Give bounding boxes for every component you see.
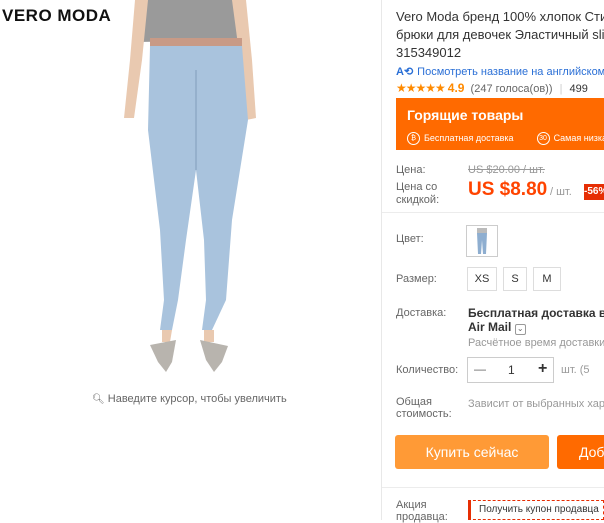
thirty-icon: 30 — [536, 132, 550, 145]
title-line: 315349012 — [396, 45, 462, 60]
orders-count: 499 — [569, 83, 588, 95]
jeans-thumbnail-icon — [477, 228, 487, 254]
rating-row: ★★★★★ 4.9 (247 голоса(ов)) | 499 — [396, 81, 588, 95]
product-title: Vero Moda бренд 100% хлопок Сти брюки дл… — [396, 8, 604, 62]
discount-badge: -56% — [584, 184, 604, 200]
section-divider — [382, 212, 604, 213]
delivery-estimate: Расчётное время доставки — [468, 337, 604, 349]
panel-divider — [381, 0, 382, 520]
shipping-method: Бесплатная доставка в Ru — [468, 306, 604, 320]
size-label: Размер: — [396, 273, 437, 285]
quantity-increase-button[interactable]: + — [538, 360, 547, 378]
total-label-line: стоимость: — [396, 408, 452, 420]
buy-now-button[interactable]: Купить сейчас — [395, 435, 549, 469]
shipping-carrier-dropdown[interactable]: Air Mail ⌄ — [468, 320, 526, 335]
translate-icon: A⟲ — [396, 66, 414, 78]
shipping-label: Доставка: — [396, 307, 447, 319]
original-price: US $20.00 / шт. — [468, 164, 545, 176]
product-photo — [124, 0, 256, 372]
price-label: Цена: — [396, 164, 426, 176]
size-option-xs[interactable]: XS — [467, 267, 497, 291]
translate-title-link[interactable]: A⟲ Посмотреть название на английском — [396, 65, 604, 78]
sale-price: US $8.80 — [468, 179, 548, 200]
seller-promo-label: Акция продавца: — [396, 499, 448, 523]
hot-deals-banner[interactable]: Горящие товары ₿ Бесплатная доставка 30 Са… — [396, 98, 604, 150]
color-swatch[interactable] — [466, 225, 498, 257]
chevron-down-icon: ⌄ — [514, 324, 526, 335]
zoom-hint: 🔍︎ Наведите курсор, чтобы увеличить — [92, 393, 287, 405]
promo-label-line: продавца: — [396, 511, 448, 523]
rating-votes[interactable]: (247 голоса(ов)) — [471, 83, 553, 95]
quantity-decrease-button[interactable]: — — [474, 362, 486, 376]
star-rating-icon: ★★★★★ — [396, 81, 446, 95]
total-label-line: Общая — [396, 396, 432, 408]
quantity-input[interactable]: 1 — [508, 363, 515, 377]
zoom-hint-text: Наведите курсор, чтобы увеличить — [107, 393, 287, 405]
free-shipping-icon: ₿ — [407, 132, 420, 145]
lowest-price-text: Самая низка — [553, 132, 604, 143]
section-divider — [382, 487, 604, 488]
quantity-label: Количество: — [396, 364, 459, 376]
shipping-carrier: Air Mail — [468, 320, 512, 334]
price-unit: / шт. — [550, 186, 572, 198]
add-to-cart-button[interactable]: Доб — [557, 435, 604, 469]
hot-deals-features: ₿ Бесплатная доставка 30 Самая низка — [407, 132, 604, 145]
translate-link-text: Посмотреть название на английском — [417, 66, 604, 78]
total-label: Общая стоимость: — [396, 396, 452, 420]
title-line: брюки для девочек Эластичный sli — [396, 27, 604, 42]
get-coupon-button[interactable]: Получить купон продавца — [468, 500, 604, 520]
discount-price-label: Цена со скидкой: — [396, 181, 440, 206]
total-value: Зависит от выбранных хара — [468, 398, 604, 410]
size-option-m[interactable]: M — [533, 267, 561, 291]
hot-deals-title: Горящие товары — [407, 107, 524, 123]
quantity-unit: шт. (5 — [561, 364, 590, 376]
title-line: Vero Moda бренд 100% хлопок Сти — [396, 9, 604, 24]
brand-logo: VERO MODA — [2, 6, 112, 25]
free-shipping-text: Бесплатная доставка — [424, 132, 514, 143]
size-option-s[interactable]: S — [503, 267, 527, 291]
rating-value: 4.9 — [447, 81, 465, 95]
quantity-stepper: — 1 + — [467, 357, 554, 383]
color-label: Цвет: — [396, 233, 424, 245]
promo-label-line: Акция — [396, 499, 427, 511]
magnifier-icon: 🔍︎ — [92, 394, 105, 405]
product-image[interactable] — [0, 0, 380, 385]
